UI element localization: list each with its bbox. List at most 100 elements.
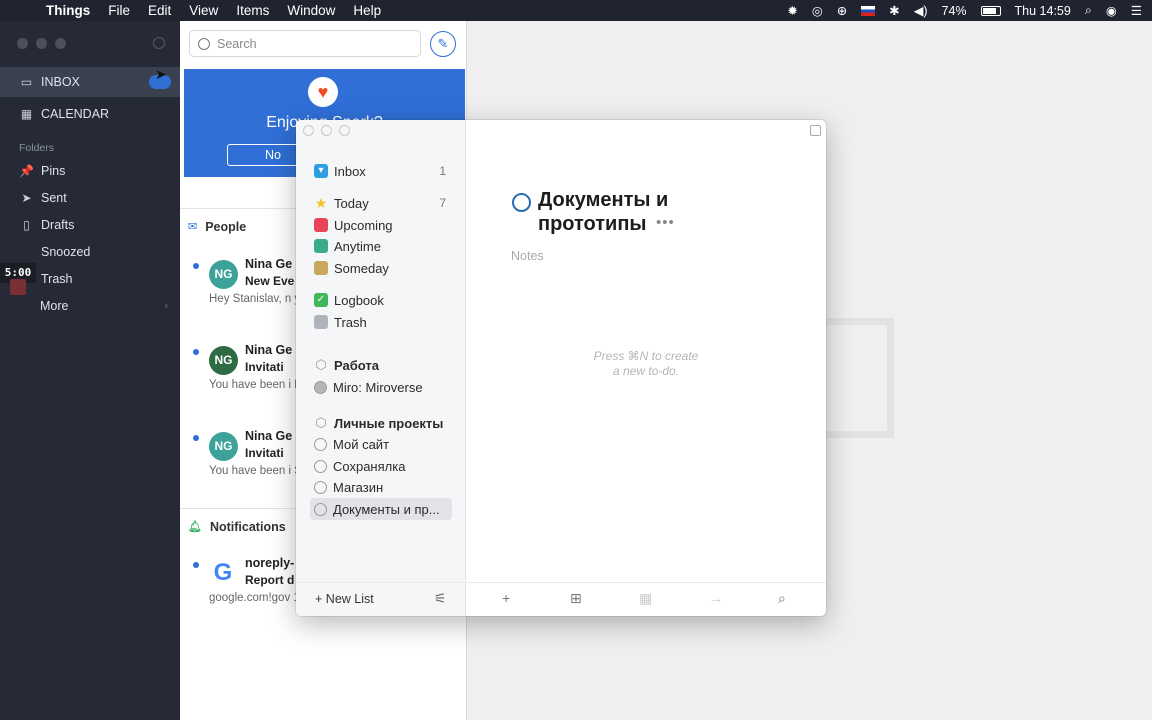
sidebar-item-inbox[interactable]: ▾ Inbox 1 [310, 160, 452, 182]
minimize-button[interactable] [36, 38, 47, 49]
menubar: Things File Edit View Items Window Help … [0, 0, 1152, 21]
new-todo-plus-icon[interactable]: + [502, 590, 510, 606]
sync-icon[interactable] [153, 37, 165, 49]
unread-dot [193, 435, 199, 441]
menu-help[interactable]: Help [353, 3, 381, 18]
sidebar-item-label: INBOX [41, 75, 80, 89]
sidebar-item-sent[interactable]: ➤ Sent [0, 183, 180, 213]
sidebar-item-label: Drafts [41, 218, 75, 232]
control-center-icon[interactable]: ☰ [1131, 3, 1142, 18]
move-arrow-icon[interactable]: → [709, 590, 723, 606]
things-window: ▾ Inbox 1 ★ Today 7 Upcoming Anytime Som… [296, 120, 826, 616]
menu-window[interactable]: Window [287, 3, 335, 18]
menu-view[interactable]: View [189, 3, 218, 18]
unread-dot [193, 562, 199, 568]
zoom-button[interactable] [339, 125, 350, 136]
sidebar-item-label: Личные проекты [334, 415, 444, 431]
battery-percent[interactable]: 74% [942, 4, 967, 18]
bell-icon: 🔔︎ [188, 521, 202, 533]
sidebar-item-trash[interactable]: Trash [310, 311, 452, 333]
calendar-icon: ▦ [20, 107, 33, 121]
calendar-icon [314, 218, 328, 232]
sidebar-item-calendar[interactable]: ▦ CALENDAR [0, 99, 180, 129]
close-button[interactable] [303, 125, 314, 136]
menu-file[interactable]: File [108, 3, 130, 18]
area-cube-icon: ⬡ [315, 357, 327, 372]
spotlight-icon[interactable]: ⌕ [1085, 3, 1092, 18]
section-title: People [205, 219, 247, 234]
search-placeholder: Search [217, 36, 257, 51]
sidebar-project-miro[interactable]: Miro: Miroverse [310, 376, 452, 398]
zoom-button[interactable] [55, 38, 66, 49]
sidebar-project-shop[interactable]: Магазин [310, 476, 452, 498]
new-list-button[interactable]: + New List [315, 592, 374, 606]
sidebar-item-label: Upcoming [334, 217, 393, 233]
siri-icon[interactable]: ◉ [1106, 3, 1117, 18]
volume-icon[interactable]: ◀) [914, 3, 928, 18]
bluetooth-icon[interactable]: ✱ [889, 3, 899, 18]
sidebar-item-someday[interactable]: Someday [310, 257, 452, 279]
sidebar-item-label: Someday [334, 260, 389, 276]
when-calendar-icon[interactable]: ▦ [639, 590, 652, 607]
message-sender: noreply- [245, 556, 295, 570]
filter-settings-icon[interactable]: ⚟ [434, 590, 447, 607]
clock[interactable]: Thu 14:59 [1015, 4, 1071, 18]
sidebar-item-label: Магазин [333, 479, 384, 495]
notes-field[interactable]: Notes [511, 249, 544, 263]
empty-hint: Press ⌘N to create a new to-do. [466, 349, 826, 379]
sidebar-item-label: Sent [41, 191, 67, 205]
project-title[interactable]: Документы и прототипы [538, 188, 738, 236]
fullscreen-icon[interactable] [810, 125, 821, 136]
window-controls [17, 38, 66, 49]
sidebar-area-personal[interactable]: ⬡ Личные проекты [310, 412, 452, 434]
sidebar-item-inbox[interactable]: ▭ INBOX [0, 67, 180, 97]
sidebar-item-today[interactable]: ★ Today 7 [310, 192, 452, 214]
menu-edit[interactable]: Edit [148, 3, 171, 18]
project-progress-ring[interactable] [512, 193, 531, 212]
unread-dot [193, 349, 199, 355]
add-heading-icon[interactable]: ⊞ [570, 590, 582, 607]
compose-button[interactable]: ✎ [430, 31, 456, 57]
minimize-button[interactable] [321, 125, 332, 136]
sidebar-item-anytime[interactable]: Anytime [310, 235, 452, 257]
search-input[interactable]: Search [189, 30, 421, 57]
google-logo-icon: G [213, 559, 233, 586]
chevron-right-icon: › [164, 300, 168, 312]
quick-find-search-icon[interactable]: ⌕ [778, 590, 786, 607]
sidebar-item-upcoming[interactable]: Upcoming [310, 214, 452, 236]
star-icon: ★ [314, 195, 328, 211]
unread-dot [193, 263, 199, 269]
more-options-icon[interactable]: ••• [656, 214, 675, 231]
menu-items[interactable]: Items [236, 3, 269, 18]
eye-status-icon[interactable]: ◎ [812, 3, 823, 18]
russian-flag-icon[interactable] [861, 5, 876, 16]
project-progress-icon [314, 480, 327, 494]
sidebar-item-pins[interactable]: 📌 Pins [0, 156, 180, 186]
gear-status-icon[interactable]: ✹ [787, 3, 797, 18]
sidebar-item-drafts[interactable]: ▯ Drafts [0, 210, 180, 240]
archive-box-icon [314, 261, 328, 275]
message-subject: New Eve [245, 274, 295, 288]
sidebar-item-label: More [40, 299, 69, 313]
sidebar-item-label: CALENDAR [41, 107, 110, 121]
inbox-tray-icon: ▭ [20, 75, 33, 89]
plus-circle-status-icon[interactable]: ⊕ [837, 3, 847, 18]
close-button[interactable] [17, 38, 28, 49]
folders-heading: Folders [19, 142, 55, 154]
new-list-label: New List [325, 592, 374, 606]
document-icon: ▯ [23, 218, 30, 232]
menu-app-name[interactable]: Things [46, 3, 90, 18]
avatar: NG [209, 260, 238, 289]
sidebar-item-logbook[interactable]: ✓ Logbook [310, 289, 452, 311]
envelope-icon: ✉ [188, 221, 198, 233]
avatar: NG [209, 346, 238, 375]
sidebar-project-saver[interactable]: Сохранялка [310, 455, 452, 477]
sidebar-area-work[interactable]: ⬡ Работа [310, 354, 452, 376]
sidebar-project-my-site[interactable]: Мой сайт [310, 433, 452, 455]
sidebar-project-documents[interactable]: Документы и пр... [310, 498, 452, 520]
battery-icon[interactable] [980, 5, 1001, 16]
sidebar-item-trash[interactable]: Trash [0, 264, 180, 294]
sidebar-item-label: Miro: Miroverse [333, 379, 423, 395]
mouse-cursor-icon: ➤ [155, 66, 167, 82]
sidebar-item-more[interactable]: More › [0, 291, 180, 321]
